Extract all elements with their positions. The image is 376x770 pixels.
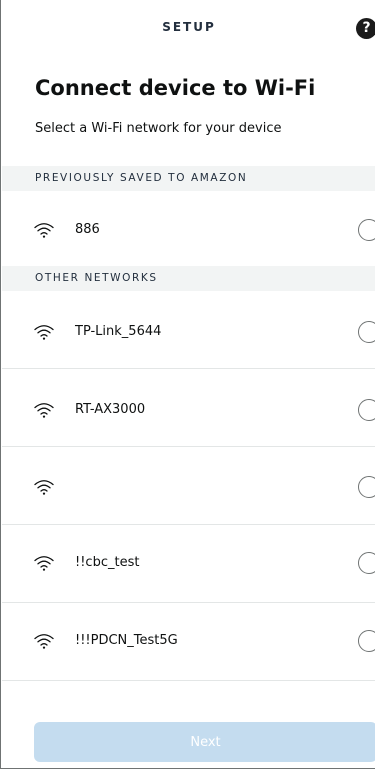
network-radio[interactable] (358, 399, 375, 421)
network-ssid: !!!PDCN_Test5G (75, 633, 178, 648)
wifi-icon (34, 223, 54, 238)
network-row[interactable] (2, 447, 375, 524)
wifi-icon (34, 325, 54, 340)
network-row[interactable]: !!cbc_test (2, 525, 375, 602)
setup-screen: SETUP ? Connect device to Wi-Fi Select a… (0, 0, 375, 769)
help-icon[interactable]: ? (356, 18, 375, 39)
network-radio[interactable] (358, 630, 375, 652)
network-ssid: RT-AX3000 (75, 402, 146, 417)
header-title: SETUP (162, 20, 216, 34)
next-button[interactable]: Next (34, 722, 375, 762)
section-header-other: OTHER NETWORKS (2, 266, 375, 291)
network-radio[interactable] (358, 321, 375, 343)
network-ssid: 886 (75, 222, 100, 237)
network-radio[interactable] (358, 219, 375, 241)
wifi-icon (34, 480, 54, 495)
wifi-icon (34, 634, 54, 649)
network-row[interactable]: RT-AX3000 (2, 369, 375, 446)
network-row[interactable]: 886 (2, 191, 375, 266)
page-title: Connect device to Wi-Fi (35, 76, 316, 100)
page-subtitle: Select a Wi-Fi network for your device (35, 121, 282, 136)
top-bar: SETUP ? (1, 0, 375, 58)
row-divider (2, 680, 375, 681)
network-ssid: TP-Link_5644 (75, 324, 162, 339)
network-radio[interactable] (358, 552, 375, 574)
network-ssid: !!cbc_test (75, 555, 140, 570)
network-row[interactable]: TP-Link_5644 (2, 291, 375, 368)
wifi-icon (34, 403, 54, 418)
section-header-saved: PREVIOUSLY SAVED TO AMAZON (2, 166, 375, 191)
network-row[interactable]: !!!PDCN_Test5G (2, 603, 375, 680)
network-radio[interactable] (358, 476, 375, 498)
wifi-icon (34, 556, 54, 571)
